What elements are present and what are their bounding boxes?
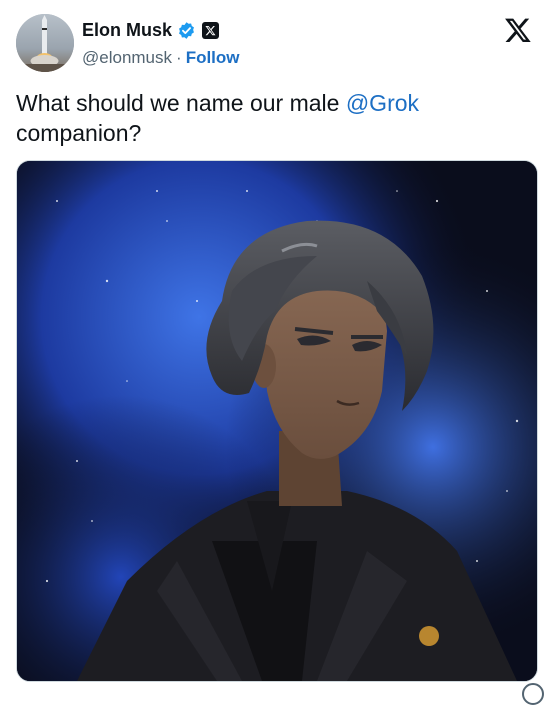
author-names: Elon Musk @elonmusk · Follow <box>82 18 240 68</box>
separator-dot: · <box>176 48 182 67</box>
author-handle[interactable]: @elonmusk <box>82 48 172 67</box>
x-affiliation-badge-icon <box>202 21 220 39</box>
anime-character-illustration-icon <box>17 161 537 681</box>
partial-circle-icon <box>522 683 544 705</box>
rocket-avatar-icon <box>16 14 74 72</box>
x-logo-icon[interactable] <box>504 16 532 44</box>
handle-row: @elonmusk · Follow <box>82 48 240 68</box>
tweet-text: What should we name our male @Grok compa… <box>16 88 516 148</box>
name-row: Elon Musk <box>82 18 240 42</box>
tweet-header: Elon Musk @elonmusk · Follow <box>16 14 534 74</box>
author-display-name[interactable]: Elon Musk <box>82 20 172 41</box>
tweet-text-prefix: What should we name our male <box>16 90 346 116</box>
mention-link[interactable]: @Grok <box>346 90 419 116</box>
tweet-card: Elon Musk @elonmusk · Follow What should… <box>0 0 550 705</box>
author-avatar[interactable] <box>16 14 74 72</box>
tweet-media-image[interactable] <box>16 160 538 682</box>
follow-button[interactable]: Follow <box>186 48 240 67</box>
tweet-text-suffix: companion? <box>16 120 142 146</box>
verified-badge-icon <box>177 21 196 40</box>
